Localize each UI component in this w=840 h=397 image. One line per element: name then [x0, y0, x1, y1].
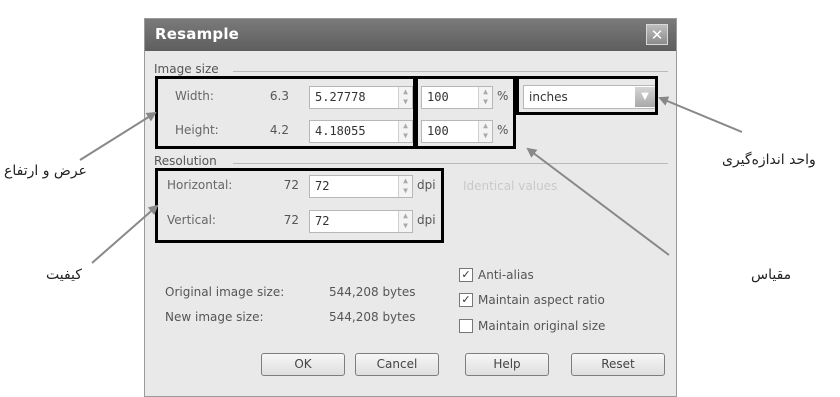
callout-arrows: [79, 96, 743, 264]
width-height-arrow: [79, 111, 157, 161]
quality-arrow: [91, 204, 159, 264]
scale-arrow: [526, 147, 670, 256]
units-callout: واحد اندازه‌گیری: [722, 152, 816, 168]
width-height-callout: عرض و ارتفاع: [4, 163, 87, 179]
units-arrow: [658, 96, 743, 133]
quality-callout: کیفیت: [46, 267, 82, 283]
scale-callout: مقیاس: [751, 267, 792, 283]
